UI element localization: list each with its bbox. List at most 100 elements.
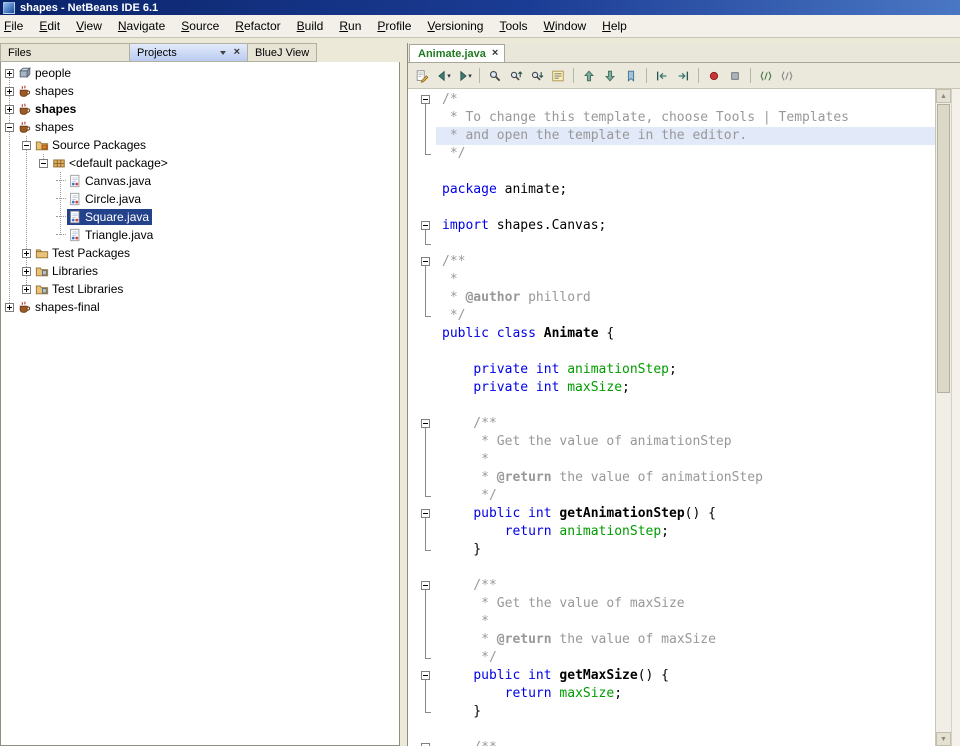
code-fold-icon[interactable] (418, 415, 436, 433)
toggle-bookmark-button[interactable] (621, 66, 641, 86)
menu-window[interactable]: Window (535, 16, 594, 36)
code-line[interactable]: /** (408, 253, 935, 271)
tree-item-triangle-java[interactable]: Triangle.java (1, 226, 399, 244)
expand-icon[interactable] (5, 69, 14, 78)
panel-splitter[interactable] (400, 43, 407, 746)
tree-item-circle-java[interactable]: Circle.java (1, 190, 399, 208)
close-icon[interactable]: × (234, 47, 240, 58)
code-line[interactable]: * @return the value of maxSize (408, 631, 935, 649)
code-line[interactable]: } (408, 703, 935, 721)
tab-projects[interactable]: Projects× (130, 43, 248, 62)
find-previous-button[interactable] (506, 66, 526, 86)
code-fold-icon[interactable] (418, 253, 436, 271)
menu-versioning[interactable]: Versioning (419, 16, 491, 36)
code-fold-icon[interactable] (418, 577, 436, 595)
code-line[interactable]: * Get the value of maxSize (408, 595, 935, 613)
collapse-fold-icon[interactable] (421, 221, 430, 230)
code-line[interactable]: /** (408, 577, 935, 595)
tree-item-shapes[interactable]: shapes (1, 118, 399, 136)
code-line[interactable]: return maxSize; (408, 685, 935, 703)
collapse-icon[interactable] (22, 141, 31, 150)
code-fold-icon[interactable] (418, 667, 436, 685)
code-line[interactable]: * Get the value of animationStep (408, 433, 935, 451)
code-line[interactable]: */ (408, 487, 935, 505)
expand-icon[interactable] (5, 87, 14, 96)
collapse-icon[interactable] (5, 123, 14, 132)
last-edit-button[interactable] (412, 66, 432, 86)
code-line[interactable]: /* (408, 91, 935, 109)
expand-icon[interactable] (22, 267, 31, 276)
menu-run[interactable]: Run (331, 16, 369, 36)
tree-item-test-packages[interactable]: Test Packages (1, 244, 399, 262)
shift-right-button[interactable] (673, 66, 693, 86)
code-line[interactable]: * @author phillord (408, 289, 935, 307)
code-line[interactable]: } (408, 541, 935, 559)
tree-item-default-package[interactable]: <default package> (1, 154, 399, 172)
expand-icon[interactable] (22, 249, 31, 258)
tree-item-square-java[interactable]: Square.java (1, 208, 399, 226)
code-line[interactable]: private int maxSize; (408, 379, 935, 397)
dropdown-arrow-icon[interactable]: ▾ (468, 72, 472, 80)
jump-back-button[interactable]: ▾ (433, 66, 453, 86)
previous-bookmark-button[interactable] (579, 66, 599, 86)
menu-edit[interactable]: Edit (31, 16, 68, 36)
code-line[interactable] (408, 235, 935, 253)
collapse-fold-icon[interactable] (421, 581, 430, 590)
tree-item-shapes[interactable]: shapes (1, 100, 399, 118)
code-line[interactable]: */ (408, 145, 935, 163)
tab-files[interactable]: Files (0, 43, 130, 62)
code-line[interactable]: * (408, 271, 935, 289)
expand-icon[interactable] (5, 303, 14, 312)
expand-icon[interactable] (22, 285, 31, 294)
collapse-fold-icon[interactable] (421, 419, 430, 428)
code-line[interactable]: * and open the template in the editor. (408, 127, 935, 145)
collapse-fold-icon[interactable] (421, 95, 430, 104)
menu-help[interactable]: Help (594, 16, 635, 36)
code-line[interactable]: /** (408, 739, 935, 746)
scrollbar-thumb[interactable] (937, 104, 950, 393)
code-fold-icon[interactable] (418, 505, 436, 523)
tree-item-people[interactable]: people (1, 64, 399, 82)
menu-refactor[interactable]: Refactor (227, 16, 288, 36)
tree-item-shapes-final[interactable]: shapes-final (1, 298, 399, 316)
toggle-highlight-button[interactable] (548, 66, 568, 86)
comment-button[interactable] (756, 66, 776, 86)
find-next-button[interactable] (527, 66, 547, 86)
uncomment-button[interactable] (777, 66, 797, 86)
collapse-fold-icon[interactable] (421, 509, 430, 518)
code-line[interactable]: * @return the value of animationStep (408, 469, 935, 487)
menu-tools[interactable]: Tools (491, 16, 535, 36)
code-line[interactable]: */ (408, 649, 935, 667)
code-line[interactable] (408, 199, 935, 217)
code-line[interactable]: package animate; (408, 181, 935, 199)
collapse-icon[interactable] (39, 159, 48, 168)
tree-item-test-libraries[interactable]: Test Libraries (1, 280, 399, 298)
code-line[interactable]: import shapes.Canvas; (408, 217, 935, 235)
tree-item-libraries[interactable]: Libraries (1, 262, 399, 280)
menu-file[interactable]: File (0, 16, 31, 36)
editor-vertical-scrollbar[interactable]: ▲ ▼ (935, 89, 951, 746)
code-line[interactable] (408, 343, 935, 361)
code-line[interactable]: * (408, 613, 935, 631)
code-line[interactable]: * (408, 451, 935, 469)
code-line[interactable]: public class Animate { (408, 325, 935, 343)
code-line[interactable]: public int getMaxSize() { (408, 667, 935, 685)
code-line[interactable]: * To change this template, choose Tools … (408, 109, 935, 127)
menu-navigate[interactable]: Navigate (110, 16, 173, 36)
tab-bluej-view[interactable]: BlueJ View (248, 43, 317, 62)
menu-source[interactable]: Source (173, 16, 227, 36)
code-line[interactable] (408, 163, 935, 181)
scroll-down-icon[interactable]: ▼ (936, 732, 951, 746)
dropdown-arrow-icon[interactable]: ▾ (447, 72, 451, 80)
code-line[interactable]: private int animationStep; (408, 361, 935, 379)
close-icon[interactable]: × (492, 48, 498, 59)
shift-left-button[interactable] (652, 66, 672, 86)
code-line[interactable]: /** (408, 415, 935, 433)
expand-icon[interactable] (5, 105, 14, 114)
tree-item-canvas-java[interactable]: Canvas.java (1, 172, 399, 190)
menu-profile[interactable]: Profile (369, 16, 419, 36)
tree-item-source-packages[interactable]: Source Packages (1, 136, 399, 154)
code-line[interactable] (408, 721, 935, 739)
code-fold-icon[interactable] (418, 91, 436, 109)
menu-build[interactable]: Build (289, 16, 332, 36)
